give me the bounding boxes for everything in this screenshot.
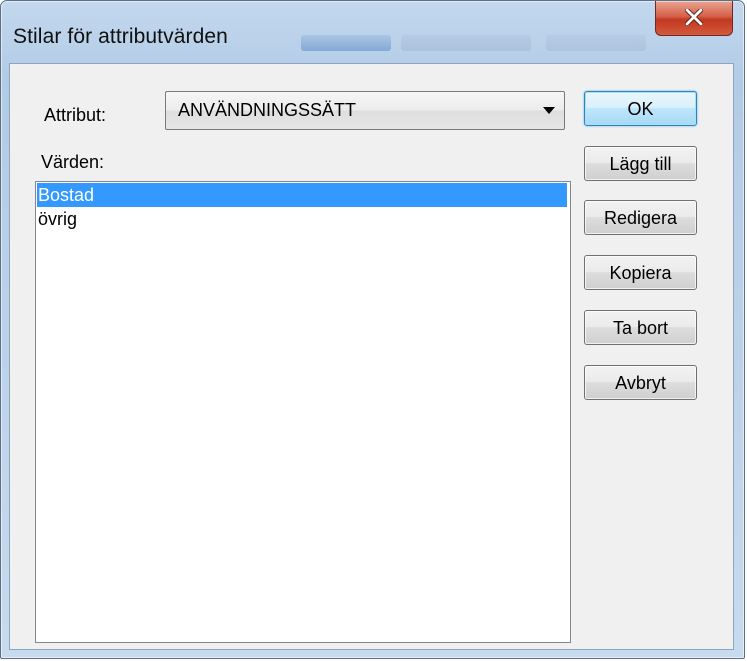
window-title: Stilar för attributvärden bbox=[13, 25, 228, 48]
values-listbox[interactable]: Bostad övrig bbox=[35, 181, 571, 643]
title-glow bbox=[301, 35, 391, 51]
dialog-window: Stilar för attributvärden Attribut: ANVÄ… bbox=[0, 0, 745, 659]
list-item[interactable]: övrig bbox=[37, 207, 567, 231]
cancel-button[interactable]: Avbryt bbox=[584, 365, 697, 400]
attribute-dropdown-value: ANVÄNDNINGSSÄTT bbox=[178, 100, 357, 120]
remove-button[interactable]: Ta bort bbox=[584, 310, 697, 345]
title-glow bbox=[546, 35, 646, 51]
values-label: Värden: bbox=[41, 152, 105, 172]
title-glow bbox=[401, 35, 531, 51]
copy-button[interactable]: Kopiera bbox=[584, 255, 697, 290]
edit-button[interactable]: Redigera bbox=[584, 200, 697, 235]
ok-button[interactable]: OK bbox=[584, 91, 697, 126]
close-button[interactable] bbox=[655, 1, 733, 36]
attribute-label: Attribut: bbox=[44, 105, 107, 125]
close-x-icon bbox=[685, 9, 703, 25]
chevron-down-icon bbox=[543, 107, 555, 114]
title-bar: Stilar för attributvärden bbox=[1, 1, 744, 63]
dialog-content: Attribut: ANVÄNDNINGSSÄTT Värden: Bostad… bbox=[9, 63, 734, 650]
attribute-dropdown[interactable]: ANVÄNDNINGSSÄTT bbox=[165, 91, 565, 130]
list-item[interactable]: Bostad bbox=[37, 183, 567, 207]
add-button[interactable]: Lägg till bbox=[584, 146, 697, 181]
